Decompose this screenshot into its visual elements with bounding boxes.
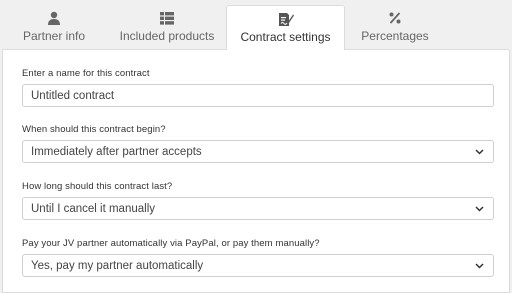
- percent-icon: [389, 10, 401, 26]
- contract-duration-label: How long should this contract last?: [22, 181, 173, 192]
- tab-included-products[interactable]: Included products: [108, 0, 226, 49]
- contract-duration-group: How long should this contract last? Unti…: [22, 181, 494, 220]
- tab-label: Included products: [119, 29, 215, 43]
- tab-contract-settings[interactable]: Contract settings: [226, 5, 345, 50]
- payment-method-group: Pay your JV partner automatically via Pa…: [22, 238, 494, 277]
- contract-edit-icon: [278, 11, 294, 27]
- contract-settings-panel: Enter a name for this contract Untitled …: [2, 49, 510, 293]
- tab-label: Percentages: [361, 29, 429, 43]
- tab-label: Contract settings: [240, 30, 331, 44]
- contract-name-value: Untitled contract: [31, 89, 115, 102]
- payment-method-label: Pay your JV partner automatically via Pa…: [22, 238, 320, 249]
- contract-duration-value: Until I cancel it manually: [31, 202, 155, 215]
- contract-begin-group: When should this contract begin? Immedia…: [22, 124, 494, 163]
- payment-method-select[interactable]: Yes, pay my partner automatically: [22, 254, 494, 277]
- table-icon: [160, 10, 174, 26]
- user-icon: [47, 10, 61, 26]
- tab-bar: Partner info Included products Contract …: [0, 0, 512, 50]
- contract-begin-select[interactable]: Immediately after partner accepts: [22, 140, 494, 163]
- tab-percentages[interactable]: Percentages: [345, 0, 445, 49]
- tab-label: Partner info: [22, 29, 86, 43]
- chevron-down-icon: [475, 147, 485, 157]
- contract-name-label: Enter a name for this contract: [22, 68, 150, 79]
- tab-partner-info[interactable]: Partner info: [0, 0, 108, 49]
- chevron-down-icon: [475, 261, 485, 271]
- contract-begin-value: Immediately after partner accepts: [31, 145, 202, 158]
- contract-duration-select[interactable]: Until I cancel it manually: [22, 197, 494, 220]
- contract-name-group: Enter a name for this contract Untitled …: [22, 68, 494, 107]
- chevron-down-icon: [475, 204, 485, 214]
- payment-method-value: Yes, pay my partner automatically: [31, 259, 204, 272]
- contract-begin-label: When should this contract begin?: [22, 124, 166, 135]
- contract-name-input[interactable]: Untitled contract: [22, 84, 494, 107]
